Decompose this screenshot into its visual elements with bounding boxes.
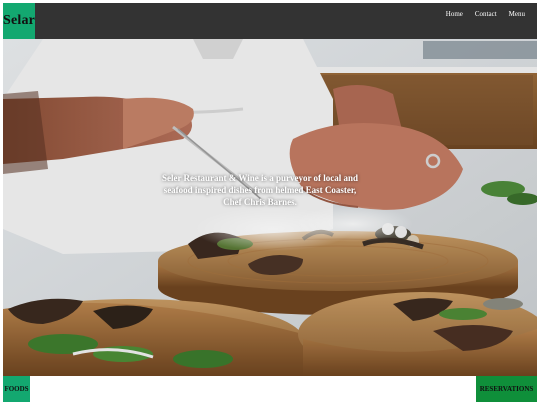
hero-section: Seler Restaurant & Wine is a purveyor of… (3, 39, 537, 376)
reservations-button[interactable]: RESERVATIONS (476, 376, 537, 402)
page-frame: Selar Home Contact Menu Seler Restaurant… (3, 3, 537, 402)
hero-caption: Seler Restaurant & Wine is a purveyor of… (161, 173, 359, 207)
brand-logo[interactable]: Selar (3, 3, 35, 39)
top-navbar: Selar Home Contact Menu (3, 3, 537, 39)
nav-link-menu[interactable]: Menu (503, 10, 531, 18)
nav-link-contact[interactable]: Contact (469, 10, 503, 18)
nav-links: Home Contact Menu (440, 3, 531, 25)
foods-button[interactable]: FOODS (3, 376, 30, 402)
bottom-bar: FOODS RESERVATIONS (3, 376, 537, 402)
nav-link-home[interactable]: Home (440, 10, 469, 18)
